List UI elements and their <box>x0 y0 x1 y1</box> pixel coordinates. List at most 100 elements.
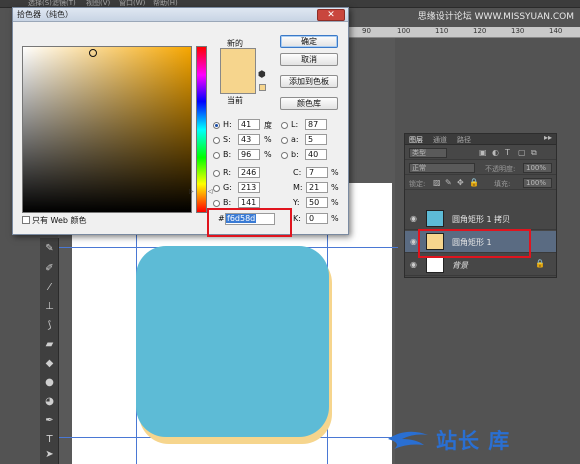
hue-radio[interactable] <box>213 122 220 129</box>
lab-a-radio[interactable] <box>281 137 288 144</box>
saturation-input[interactable]: 43 <box>238 134 260 145</box>
red-radio[interactable] <box>213 170 220 177</box>
panel-tab-bar: 图层 通道 路径 ▸▸ <box>405 133 556 145</box>
paint-bucket-tool-icon[interactable]: ◆ <box>43 357 56 370</box>
lock-all-icon[interactable]: 🔒 <box>469 178 479 187</box>
lab-b-input[interactable]: 40 <box>305 149 327 160</box>
collapse-panel-icon[interactable]: ▸▸ <box>544 133 552 142</box>
visibility-eye-icon[interactable]: ◉ <box>410 214 417 223</box>
lock-icon: 🔒 <box>535 259 545 268</box>
red-input[interactable]: 246 <box>238 167 260 178</box>
color-libraries-button[interactable]: 颜色库 <box>280 97 338 110</box>
cyan-field-row: C: 7 % <box>293 167 349 180</box>
lock-pixels-icon[interactable]: ✎ <box>445 178 452 187</box>
color-picker-dialog: 拾色器（纯色） ✕ ▷ ◁ 新的 当前 ⬢ 确定 取消 添加到色板 颜色库 H:… <box>12 7 349 237</box>
healing-brush-tool-icon[interactable]: ✐ <box>43 262 56 275</box>
site-logo: 站长 库 <box>384 419 580 464</box>
lab-l-input[interactable]: 87 <box>305 119 327 130</box>
lab-a-label: a: <box>291 135 299 144</box>
blend-mode-value: 正常 <box>412 164 426 172</box>
adjustment-filter-icon[interactable]: ◐ <box>492 148 499 157</box>
web-safe-swatch[interactable] <box>259 84 266 91</box>
green-input[interactable]: 213 <box>238 182 260 193</box>
black-field-row: K: 0 % <box>293 213 349 226</box>
eyedropper-tool-icon[interactable]: ✎ <box>43 242 56 255</box>
clone-stamp-tool-icon[interactable]: ⊥ <box>43 300 56 313</box>
blue-input[interactable]: 141 <box>238 197 260 208</box>
lock-transparency-icon[interactable]: ▨ <box>433 178 441 187</box>
history-brush-tool-icon[interactable]: ⟆ <box>43 319 56 332</box>
hue-slider-left-arrow-icon[interactable]: ▷ <box>189 188 194 195</box>
lab-l-radio[interactable] <box>281 122 288 129</box>
fill-value: 100% <box>526 179 547 187</box>
saturation-radio[interactable] <box>213 137 220 144</box>
hue-input[interactable]: 41 <box>238 119 260 130</box>
current-color-swatch[interactable] <box>220 71 256 94</box>
lock-position-icon[interactable]: ✥ <box>457 178 464 187</box>
close-button[interactable]: ✕ <box>317 9 345 21</box>
green-field-row: G: 213 <box>213 182 273 195</box>
tab-paths[interactable]: 路径 <box>457 135 471 145</box>
cancel-button[interactable]: 取消 <box>280 53 338 66</box>
visibility-eye-icon[interactable]: ◉ <box>410 237 417 246</box>
add-to-swatches-button[interactable]: 添加到色板 <box>280 75 338 88</box>
yellow-label: Y: <box>293 198 300 207</box>
blur-tool-icon[interactable]: ● <box>43 376 56 389</box>
web-safe-cube-icon[interactable]: ⬢ <box>258 70 266 80</box>
layer-item[interactable]: ◉ 圆角矩形 1 拷贝 <box>405 208 556 230</box>
saturation-brightness-field[interactable] <box>22 46 192 213</box>
ruler-tick: 90 <box>362 27 371 35</box>
magenta-input[interactable]: 21 <box>306 182 328 193</box>
dialog-title: 拾色器（纯色） <box>17 10 73 19</box>
tools-panel: ✎ ✐ ⁄ ⊥ ⟆ ▰ ◆ ● ◕ ✒ T ➤ <box>40 238 59 464</box>
rounded-rect-layer[interactable] <box>136 246 329 437</box>
fill-label: 填充: <box>494 180 511 188</box>
black-label: K: <box>293 214 301 223</box>
ruler-tick: 120 <box>473 27 487 35</box>
filter-kind-select[interactable]: 类型 <box>409 148 447 158</box>
saturation-label: S: <box>223 135 231 144</box>
pixel-filter-icon[interactable]: ▣ <box>479 148 487 157</box>
blue-radio[interactable] <box>213 200 220 207</box>
tab-layers[interactable]: 图层 <box>409 135 423 145</box>
dodge-tool-icon[interactable]: ◕ <box>43 395 56 408</box>
dialog-title-bar[interactable]: 拾色器（纯色） ✕ <box>13 8 348 22</box>
blend-mode-select[interactable]: 正常 <box>409 163 475 173</box>
color-picker-marker[interactable] <box>89 49 97 57</box>
type-tool-icon[interactable]: T <box>43 433 56 446</box>
brightness-radio[interactable] <box>213 152 220 159</box>
hue-slider[interactable] <box>196 46 207 213</box>
eraser-tool-icon[interactable]: ▰ <box>43 338 56 351</box>
web-colors-only-label: 只有 Web 颜色 <box>32 216 87 225</box>
tab-channels[interactable]: 通道 <box>433 135 447 145</box>
brightness-input[interactable]: 96 <box>238 149 260 160</box>
cyan-input[interactable]: 7 <box>306 167 328 178</box>
brightness-unit: % <box>264 150 272 159</box>
visibility-eye-icon[interactable]: ◉ <box>410 260 417 269</box>
brush-tool-icon[interactable]: ⁄ <box>43 281 56 294</box>
magenta-unit: % <box>331 183 339 192</box>
pen-tool-icon[interactable]: ✒ <box>43 414 56 427</box>
path-selection-tool-icon[interactable]: ➤ <box>43 448 56 461</box>
ok-button[interactable]: 确定 <box>280 35 338 48</box>
black-input[interactable]: 0 <box>306 213 328 224</box>
lab-a-input[interactable]: 5 <box>305 134 327 145</box>
ruler-tick: 100 <box>397 27 411 35</box>
web-colors-only-checkbox[interactable] <box>22 216 30 224</box>
type-filter-icon[interactable]: T <box>505 148 510 157</box>
fill-input[interactable]: 100% <box>523 178 552 188</box>
saturation-field-row: S: 43 % <box>213 134 273 147</box>
yellow-input[interactable]: 50 <box>306 197 328 208</box>
ruler-tick: 140 <box>549 27 563 35</box>
smart-object-filter-icon[interactable]: ⧉ <box>531 148 537 158</box>
green-radio[interactable] <box>213 185 220 192</box>
lab-b-radio[interactable] <box>281 152 288 159</box>
red-field-row: R: 246 <box>213 167 273 180</box>
hue-slider-right-arrow-icon[interactable]: ◁ <box>208 188 213 195</box>
layer-name: 圆角矩形 1 拷贝 <box>452 215 511 224</box>
layer-filter-row: 类型 ▣ ◐ T ▢ ⧉ <box>405 146 556 160</box>
opacity-input[interactable]: 100% <box>523 163 552 173</box>
hue-label: H: <box>223 120 232 129</box>
yellow-field-row: Y: 50 % <box>293 197 349 210</box>
shape-filter-icon[interactable]: ▢ <box>518 148 526 157</box>
